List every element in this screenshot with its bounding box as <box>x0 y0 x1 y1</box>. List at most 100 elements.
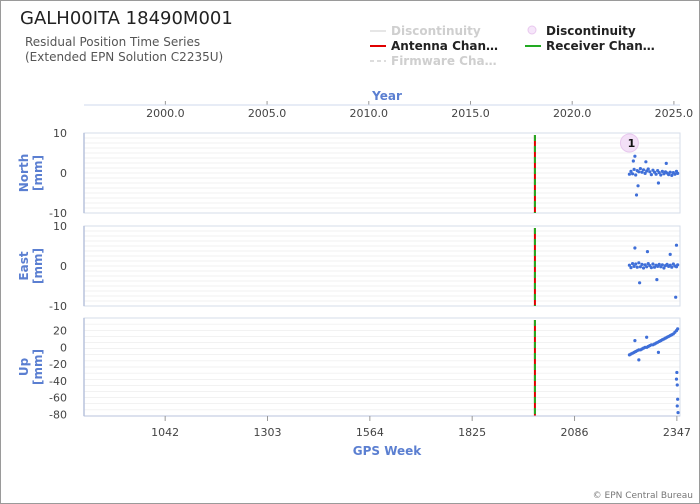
data-point <box>645 335 649 339</box>
data-point <box>635 265 639 269</box>
legend-label-antenna-change[interactable]: Antenna Chan… <box>391 39 498 53</box>
data-point <box>629 266 633 270</box>
data-point <box>676 171 680 175</box>
data-point <box>675 383 679 387</box>
panel-east: 10 0 -10 East[mm] <box>17 220 681 313</box>
bottom-tick-label: 1825 <box>458 426 486 439</box>
chart-subtitle-line-1: Residual Position Time Series <box>25 35 200 49</box>
data-point <box>664 161 668 165</box>
data-point <box>641 168 646 172</box>
legend-label-receiver-change[interactable]: Receiver Chan… <box>546 39 655 53</box>
data-point <box>674 295 678 299</box>
bottom-tick-label: 1303 <box>254 426 282 439</box>
y-tick-label: 0 <box>60 341 67 354</box>
y-tick-label: -10 <box>49 300 67 313</box>
y-tick-label: -40 <box>49 375 67 388</box>
data-point <box>676 397 680 401</box>
data-point <box>675 404 679 408</box>
plot-panels: 100-10North[mm]1100-10East[mm]200-20-40-… <box>17 127 681 421</box>
data-point <box>676 327 680 331</box>
data-point <box>646 167 650 171</box>
bottom-tick-label: 1042 <box>151 426 179 439</box>
y-tick-label: 0 <box>60 260 67 273</box>
data-point <box>645 250 650 254</box>
y-tick-label: 10 <box>53 127 67 140</box>
top-tick-label: 2015.0 <box>451 107 490 120</box>
data-point <box>634 262 638 266</box>
y-tick-label: 0 <box>60 167 67 180</box>
residual-chart: GALH00ITA 18490M001 Residual Position Ti… <box>17 8 693 501</box>
y-axis-label-line: East <box>17 251 31 280</box>
y-tick-label: -20 <box>49 358 67 371</box>
discontinuity-marker-label: 1 <box>628 137 636 150</box>
data-point <box>637 261 641 265</box>
legend: Discontinuity Discontinuity Antenna Chan… <box>370 24 655 68</box>
y-axis-label-up: Up[mm] <box>17 349 45 385</box>
data-point <box>633 246 637 250</box>
chart-subtitle-line-2: (Extended EPN Solution C2235U) <box>25 50 223 64</box>
legend-label-discontinuity-line[interactable]: Discontinuity <box>391 24 481 38</box>
data-point <box>654 172 658 176</box>
legend-swatch-discontinuity-circle <box>527 25 537 35</box>
bottom-tick-label: 2347 <box>663 426 691 439</box>
data-point <box>668 252 672 256</box>
data-point <box>660 263 664 267</box>
top-tick-label: 2010.0 <box>350 107 389 120</box>
data-point <box>651 262 655 266</box>
data-point <box>637 358 641 362</box>
data-point <box>676 263 680 267</box>
data-point <box>655 278 659 282</box>
panel-north: 10 0 -10 North[mm] 1 <box>17 127 681 220</box>
data-point <box>634 173 638 177</box>
data-point <box>634 193 639 197</box>
data-point <box>656 350 661 354</box>
legend-label-discontinuity-circle[interactable]: Discontinuity <box>546 24 636 38</box>
data-point <box>631 159 635 163</box>
y-axis-label-line: North <box>17 154 31 192</box>
legend-label-firmware-change[interactable]: Firmware Cha… <box>391 54 497 68</box>
top-tick-label: 2020.0 <box>553 107 592 120</box>
data-point <box>675 370 679 375</box>
y-tick-label: -10 <box>49 207 67 220</box>
data-point <box>638 167 642 171</box>
data-point <box>659 173 663 177</box>
data-point <box>630 172 635 176</box>
y-axis-label-line: Up <box>17 357 31 376</box>
y-tick-label: 10 <box>53 220 67 233</box>
data-point <box>637 170 641 174</box>
panel-up: 20 0 -20 -40 -60 -80 Up[mm] <box>17 317 681 421</box>
data-point <box>627 172 632 176</box>
data-point <box>641 266 646 270</box>
data-point <box>633 154 637 158</box>
data-point <box>633 339 637 343</box>
data-point <box>649 266 653 270</box>
data-point <box>649 173 653 177</box>
y-axis-label-unit: [mm] <box>31 248 45 284</box>
data-point <box>674 243 679 247</box>
data-point <box>636 184 640 188</box>
chart-title: GALH00ITA 18490M001 <box>20 8 233 29</box>
bottom-axis-title: GPS Week <box>353 444 423 458</box>
data-point <box>644 160 648 164</box>
y-axis-label-north: North[mm] <box>17 154 45 192</box>
data-point <box>673 172 677 176</box>
data-point <box>670 265 674 269</box>
top-tick-label: 2000.0 <box>146 107 185 120</box>
y-axis-label-east: East[mm] <box>17 248 45 284</box>
data-point <box>674 377 679 381</box>
data-point <box>670 173 674 177</box>
y-axis-label-unit: [mm] <box>31 155 45 191</box>
y-axis-label-unit: [mm] <box>31 349 45 385</box>
top-tick-label: 2005.0 <box>248 107 287 120</box>
data-point <box>648 170 652 174</box>
y-tick-label: -60 <box>49 392 67 405</box>
bottom-tick-label: 2086 <box>561 426 589 439</box>
y-tick-label: 20 <box>53 325 67 338</box>
bottom-axis: 1042 1303 1564 1825 2086 2347 <box>84 415 691 439</box>
data-point <box>656 181 661 185</box>
top-axis: 2000.0 2005.0 2010.0 2015.0 2020.0 2025.0 <box>146 101 693 120</box>
data-point <box>668 170 672 174</box>
data-point <box>630 262 635 266</box>
data-point <box>632 167 636 171</box>
data-point <box>640 262 644 266</box>
